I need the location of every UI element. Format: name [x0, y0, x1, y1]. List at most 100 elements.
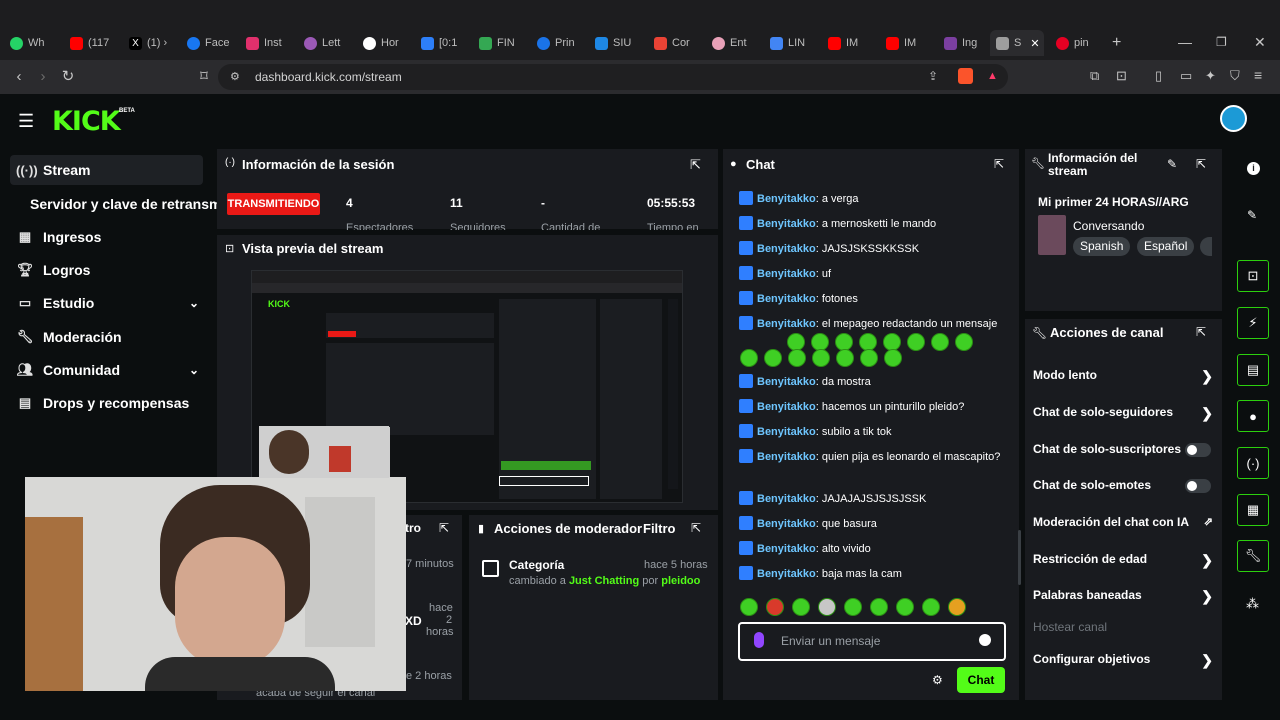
popout-icon[interactable]: ⇱: [690, 157, 701, 173]
sidebar-item-estudio[interactable]: ▭ Estudio ⌄: [10, 288, 203, 318]
emote-icon[interactable]: [948, 598, 966, 616]
tab-youtube-3[interactable]: IM: [886, 30, 928, 56]
category-thumbnail: [1038, 215, 1066, 255]
activity-filter-partial[interactable]: tro: [405, 521, 421, 535]
whatsapp-icon: [10, 36, 23, 50]
sidebar-item-drops[interactable]: ▤ Drops y recompensas: [10, 388, 203, 418]
tab-youtube-2[interactable]: IM: [828, 30, 870, 56]
tab-hor[interactable]: Hor: [363, 30, 405, 56]
site-info-icon[interactable]: ⚙: [230, 70, 240, 83]
share-icon[interactable]: ⇪: [928, 69, 938, 83]
tab-kick-active[interactable]: S ✕: [990, 30, 1044, 56]
sidebar-item-moderacion[interactable]: 🔧︎ Moderación: [10, 322, 203, 352]
subscribers-only-toggle[interactable]: [1185, 443, 1211, 457]
mod-actions-popout-icon[interactable]: ⇱: [691, 521, 701, 535]
sidebar-item-comunidad[interactable]: 👥︎ Comunidad ⌄: [10, 355, 203, 385]
forward-icon[interactable]: ›: [34, 68, 52, 86]
emote-icon[interactable]: [792, 598, 810, 616]
rail-broadcast-button[interactable]: (·): [1237, 447, 1269, 479]
rail-preview-button[interactable]: ⊡: [1237, 260, 1269, 292]
chat-settings-icon[interactable]: ⚙: [932, 673, 943, 687]
tab-gmail[interactable]: Cor: [654, 30, 696, 56]
menu-icon[interactable]: ≡: [1254, 67, 1262, 83]
action-modo-lento[interactable]: Modo lento ❯: [1033, 368, 1213, 384]
tab-letterboxd[interactable]: Lett: [304, 30, 346, 56]
tab-facebook[interactable]: Face: [187, 30, 229, 56]
chat-input-placeholder[interactable]: Enviar un mensaje: [781, 634, 880, 648]
restore-icon[interactable]: ❐: [1216, 35, 1227, 49]
emote-icon[interactable]: [740, 598, 758, 616]
tab-time[interactable]: [0:1: [421, 30, 463, 56]
close-window-icon[interactable]: ✕: [1254, 34, 1266, 51]
bookmark-icon[interactable]: ⌑: [195, 68, 213, 86]
rail-document-button[interactable]: ▤: [1237, 354, 1269, 386]
nodes-icon[interactable]: ⁂: [1246, 596, 1259, 612]
sidebar-item-ingresos[interactable]: ▦ Ingresos: [10, 222, 203, 252]
avatar[interactable]: [1220, 105, 1247, 132]
sidebar-toggle-icon[interactable]: ▯: [1155, 68, 1162, 84]
sidebar-item-logros[interactable]: 🏆︎ Logros: [10, 255, 203, 285]
emote-icon[interactable]: [818, 598, 836, 616]
action-configurar-objetivos[interactable]: Configurar objetivos ❯: [1033, 652, 1213, 668]
brave-rewards-icon[interactable]: ▲: [987, 70, 998, 82]
screenshot-icon[interactable]: ⊡: [1116, 68, 1127, 84]
wallet-icon[interactable]: ▭: [1180, 68, 1192, 84]
tab-docs[interactable]: LIN: [770, 30, 812, 56]
vpn-icon[interactable]: ⛉: [1230, 68, 1240, 84]
hamburger-menu-icon[interactable]: ☰: [18, 111, 34, 132]
activity-popout-icon[interactable]: ⇱: [439, 521, 449, 535]
new-tab-icon[interactable]: +: [1112, 34, 1121, 52]
preview-icon: ⊡: [1247, 268, 1259, 283]
tab-drive[interactable]: FIN: [479, 30, 521, 56]
action-restriccion-edad[interactable]: Restricción de edad ❯: [1033, 552, 1213, 568]
tab-youtube[interactable]: (117: [70, 30, 112, 56]
emote-icon[interactable]: [870, 598, 888, 616]
brave-shield-icon[interactable]: [958, 68, 973, 84]
tab-instagram[interactable]: Inst: [246, 30, 288, 56]
tab-prime[interactable]: Prin: [537, 30, 579, 56]
channel-actions-popout-icon[interactable]: ⇱: [1196, 325, 1206, 339]
action-palabras-baneadas[interactable]: Palabras baneadas ❯: [1033, 588, 1213, 604]
emotes-only-toggle[interactable]: [1185, 479, 1211, 493]
close-tab-icon[interactable]: ✕: [1030, 37, 1039, 50]
emoji-picker-icon[interactable]: [979, 634, 991, 646]
kick-logo[interactable]: KICK: [52, 106, 121, 137]
leo-ai-icon[interactable]: ✦: [1205, 68, 1216, 84]
extensions-icon[interactable]: ⧉: [1090, 68, 1099, 84]
wrench-icon: 🔧︎: [16, 329, 34, 344]
emote-icon[interactable]: [766, 598, 784, 616]
emote-icon[interactable]: [896, 598, 914, 616]
tab-ent[interactable]: Ent: [712, 30, 754, 56]
rail-actions-button[interactable]: ⚡︎: [1237, 307, 1269, 339]
chat-send-button[interactable]: Chat: [957, 667, 1005, 693]
emote-icon[interactable]: [922, 598, 940, 616]
back-icon[interactable]: ‹: [10, 68, 28, 86]
minimize-icon[interactable]: —: [1178, 34, 1192, 50]
url-text[interactable]: dashboard.kick.com/stream: [255, 70, 402, 84]
reload-icon[interactable]: ↻: [59, 68, 77, 86]
gmail-icon: [654, 36, 667, 50]
sidebar-item-stream[interactable]: ((·)) Stream: [10, 155, 203, 185]
tab-siu[interactable]: SIU: [595, 30, 637, 56]
sidebar-item-server-key[interactable]: Servidor y clave de retransm: [30, 189, 220, 219]
emote-icon[interactable]: [844, 598, 862, 616]
microphone-icon[interactable]: [754, 632, 764, 648]
mod-actions-filter[interactable]: Filtro: [643, 521, 676, 536]
action-moderacion-ia[interactable]: Moderación del chat con IA ⇗: [1033, 515, 1213, 529]
action-solo-seguidores[interactable]: Chat de solo-seguidores ❯: [1033, 405, 1213, 421]
rail-layout-button[interactable]: ▦: [1237, 494, 1269, 526]
pencil-icon[interactable]: ✎: [1247, 208, 1257, 222]
info-icon[interactable]: i: [1247, 162, 1260, 175]
rail-chat-button[interactable]: ●: [1237, 400, 1269, 432]
chat-popout-icon[interactable]: ⇱: [994, 157, 1004, 171]
rail-wrench-button[interactable]: 🔧︎: [1237, 540, 1269, 572]
chat-scrollbar[interactable]: [1018, 530, 1021, 585]
tab-x[interactable]: X (1) ›: [129, 30, 171, 56]
tab-ing[interactable]: Ing: [944, 30, 986, 56]
activity-horas: horas: [426, 626, 454, 638]
tab-pinterest[interactable]: pin: [1056, 30, 1098, 56]
tab-whatsapp[interactable]: Wh: [10, 30, 52, 56]
stream-info-popout-icon[interactable]: ⇱: [1196, 157, 1206, 171]
chat-title: Chat: [746, 157, 775, 172]
edit-icon[interactable]: ✎: [1167, 157, 1177, 171]
